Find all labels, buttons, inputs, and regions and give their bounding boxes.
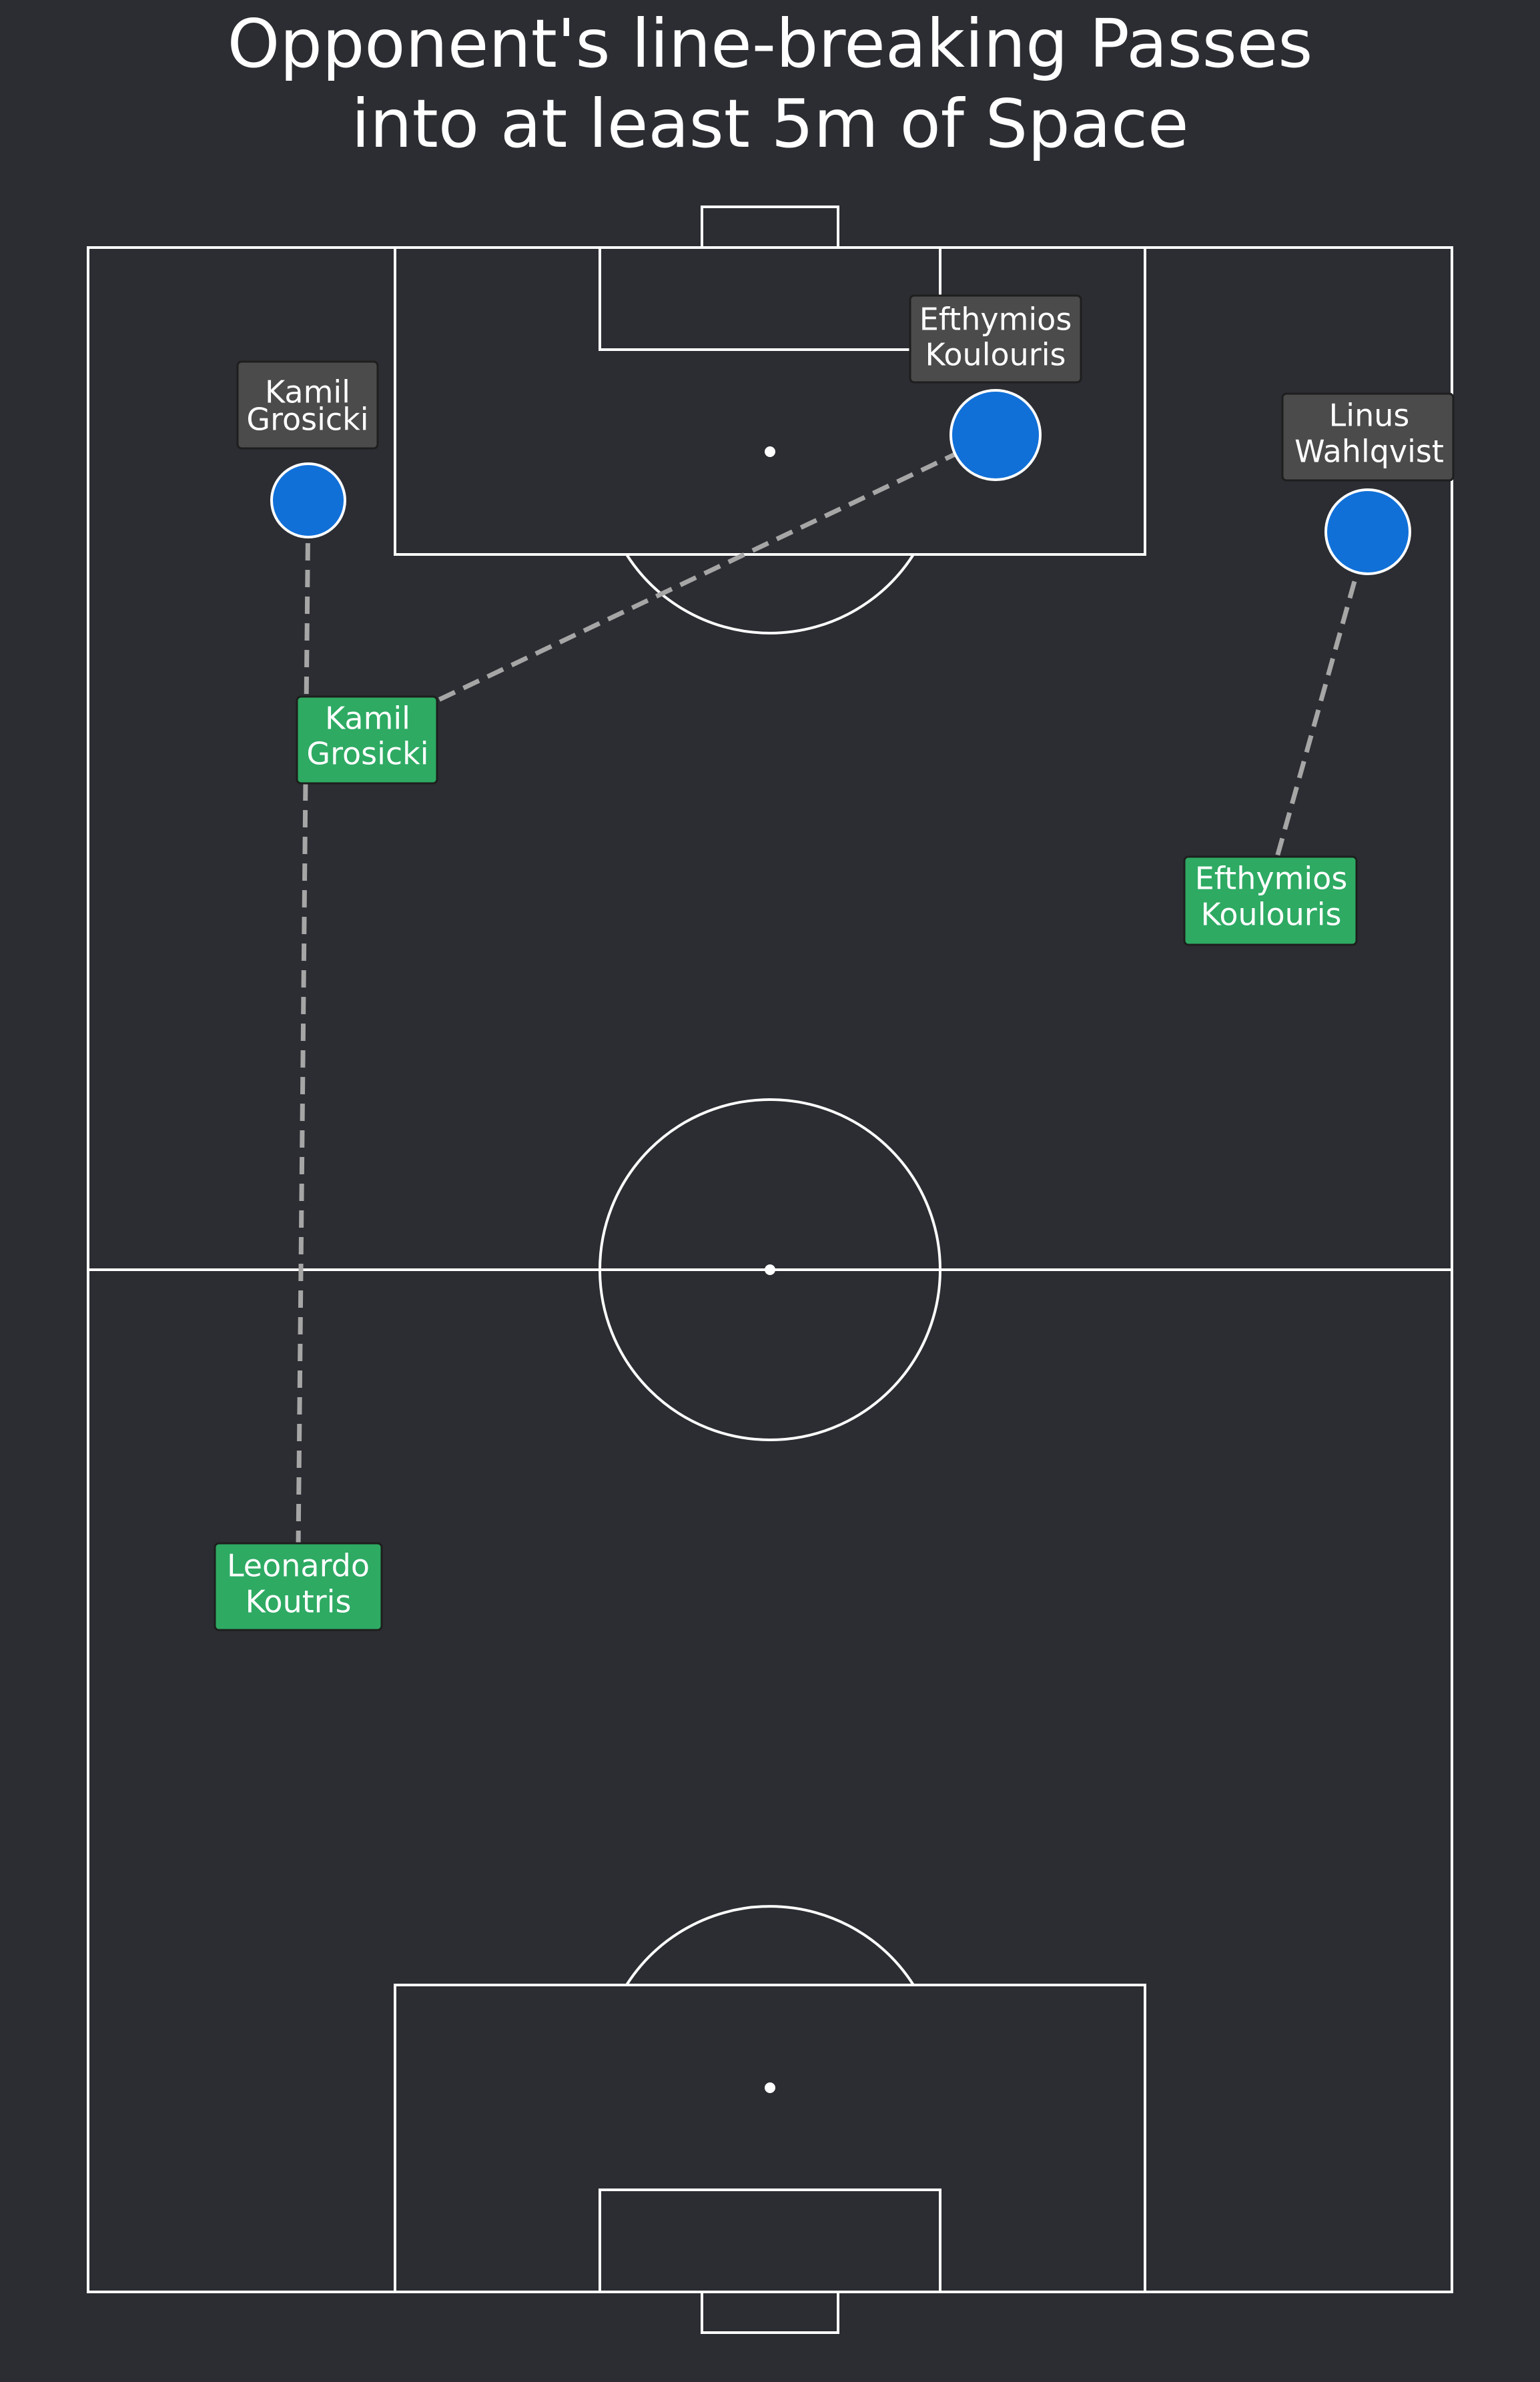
passer-name-last: Koulouris (1201, 897, 1342, 933)
passer-label: Efthymios Koulouris (1183, 855, 1358, 946)
receiver-name-last: Grosicki (246, 402, 368, 438)
pass: Kamil Grosicki Leonardo Koutris (214, 360, 383, 1631)
passer-name-first: Leonardo (227, 1548, 370, 1584)
centre-spot (765, 1264, 775, 1275)
bottom-penalty-spot (765, 2082, 775, 2093)
passer-name-last: Koutris (246, 1584, 352, 1620)
receiver-label: Linus Wahlqvist (1281, 392, 1455, 482)
top-goal (701, 206, 839, 249)
receiver-name-last: Wahlqvist (1294, 434, 1444, 470)
pass-line (366, 432, 997, 737)
top-penalty-arc (625, 553, 915, 635)
passer-name-first: Efthymios (1195, 861, 1348, 897)
bottom-penalty-area (394, 1984, 1146, 2293)
bottom-goal (701, 2291, 839, 2334)
pass-line (296, 500, 311, 1549)
passer-label: Kamil Grosicki (296, 695, 438, 785)
bottom-six-yard-box (599, 2189, 941, 2293)
receiver-dot (1324, 488, 1411, 575)
receiver-dot (270, 462, 346, 538)
top-penalty-spot (765, 446, 775, 457)
pass: Efthymios Koulouris Kamil Grosicki (296, 294, 1082, 785)
passer-name-last: Grosicki (306, 736, 428, 772)
pass: Linus Wahlqvist Efthymios Koulouris (1183, 392, 1455, 946)
passer-name-first: Kamil (325, 701, 410, 737)
receiver-label: Kamil Grosicki (236, 360, 379, 450)
receiver-name-last: Koulouris (925, 337, 1066, 373)
receiver-label: Efthymios Koulouris (909, 294, 1082, 384)
receiver-name-first: Linus (1329, 398, 1410, 434)
receiver-dot (949, 389, 1042, 481)
top-penalty-area (394, 246, 1146, 556)
receiver-name-first: Efthymios (919, 302, 1072, 338)
top-six-yard-box (599, 246, 941, 351)
pitch-diagram: Kamil Grosicki Leonardo Koutris Efthymio… (87, 206, 1455, 2334)
passer-label: Leonardo Koutris (214, 1542, 383, 1631)
bottom-penalty-arc (625, 1905, 915, 1986)
pass-line (1268, 533, 1371, 881)
